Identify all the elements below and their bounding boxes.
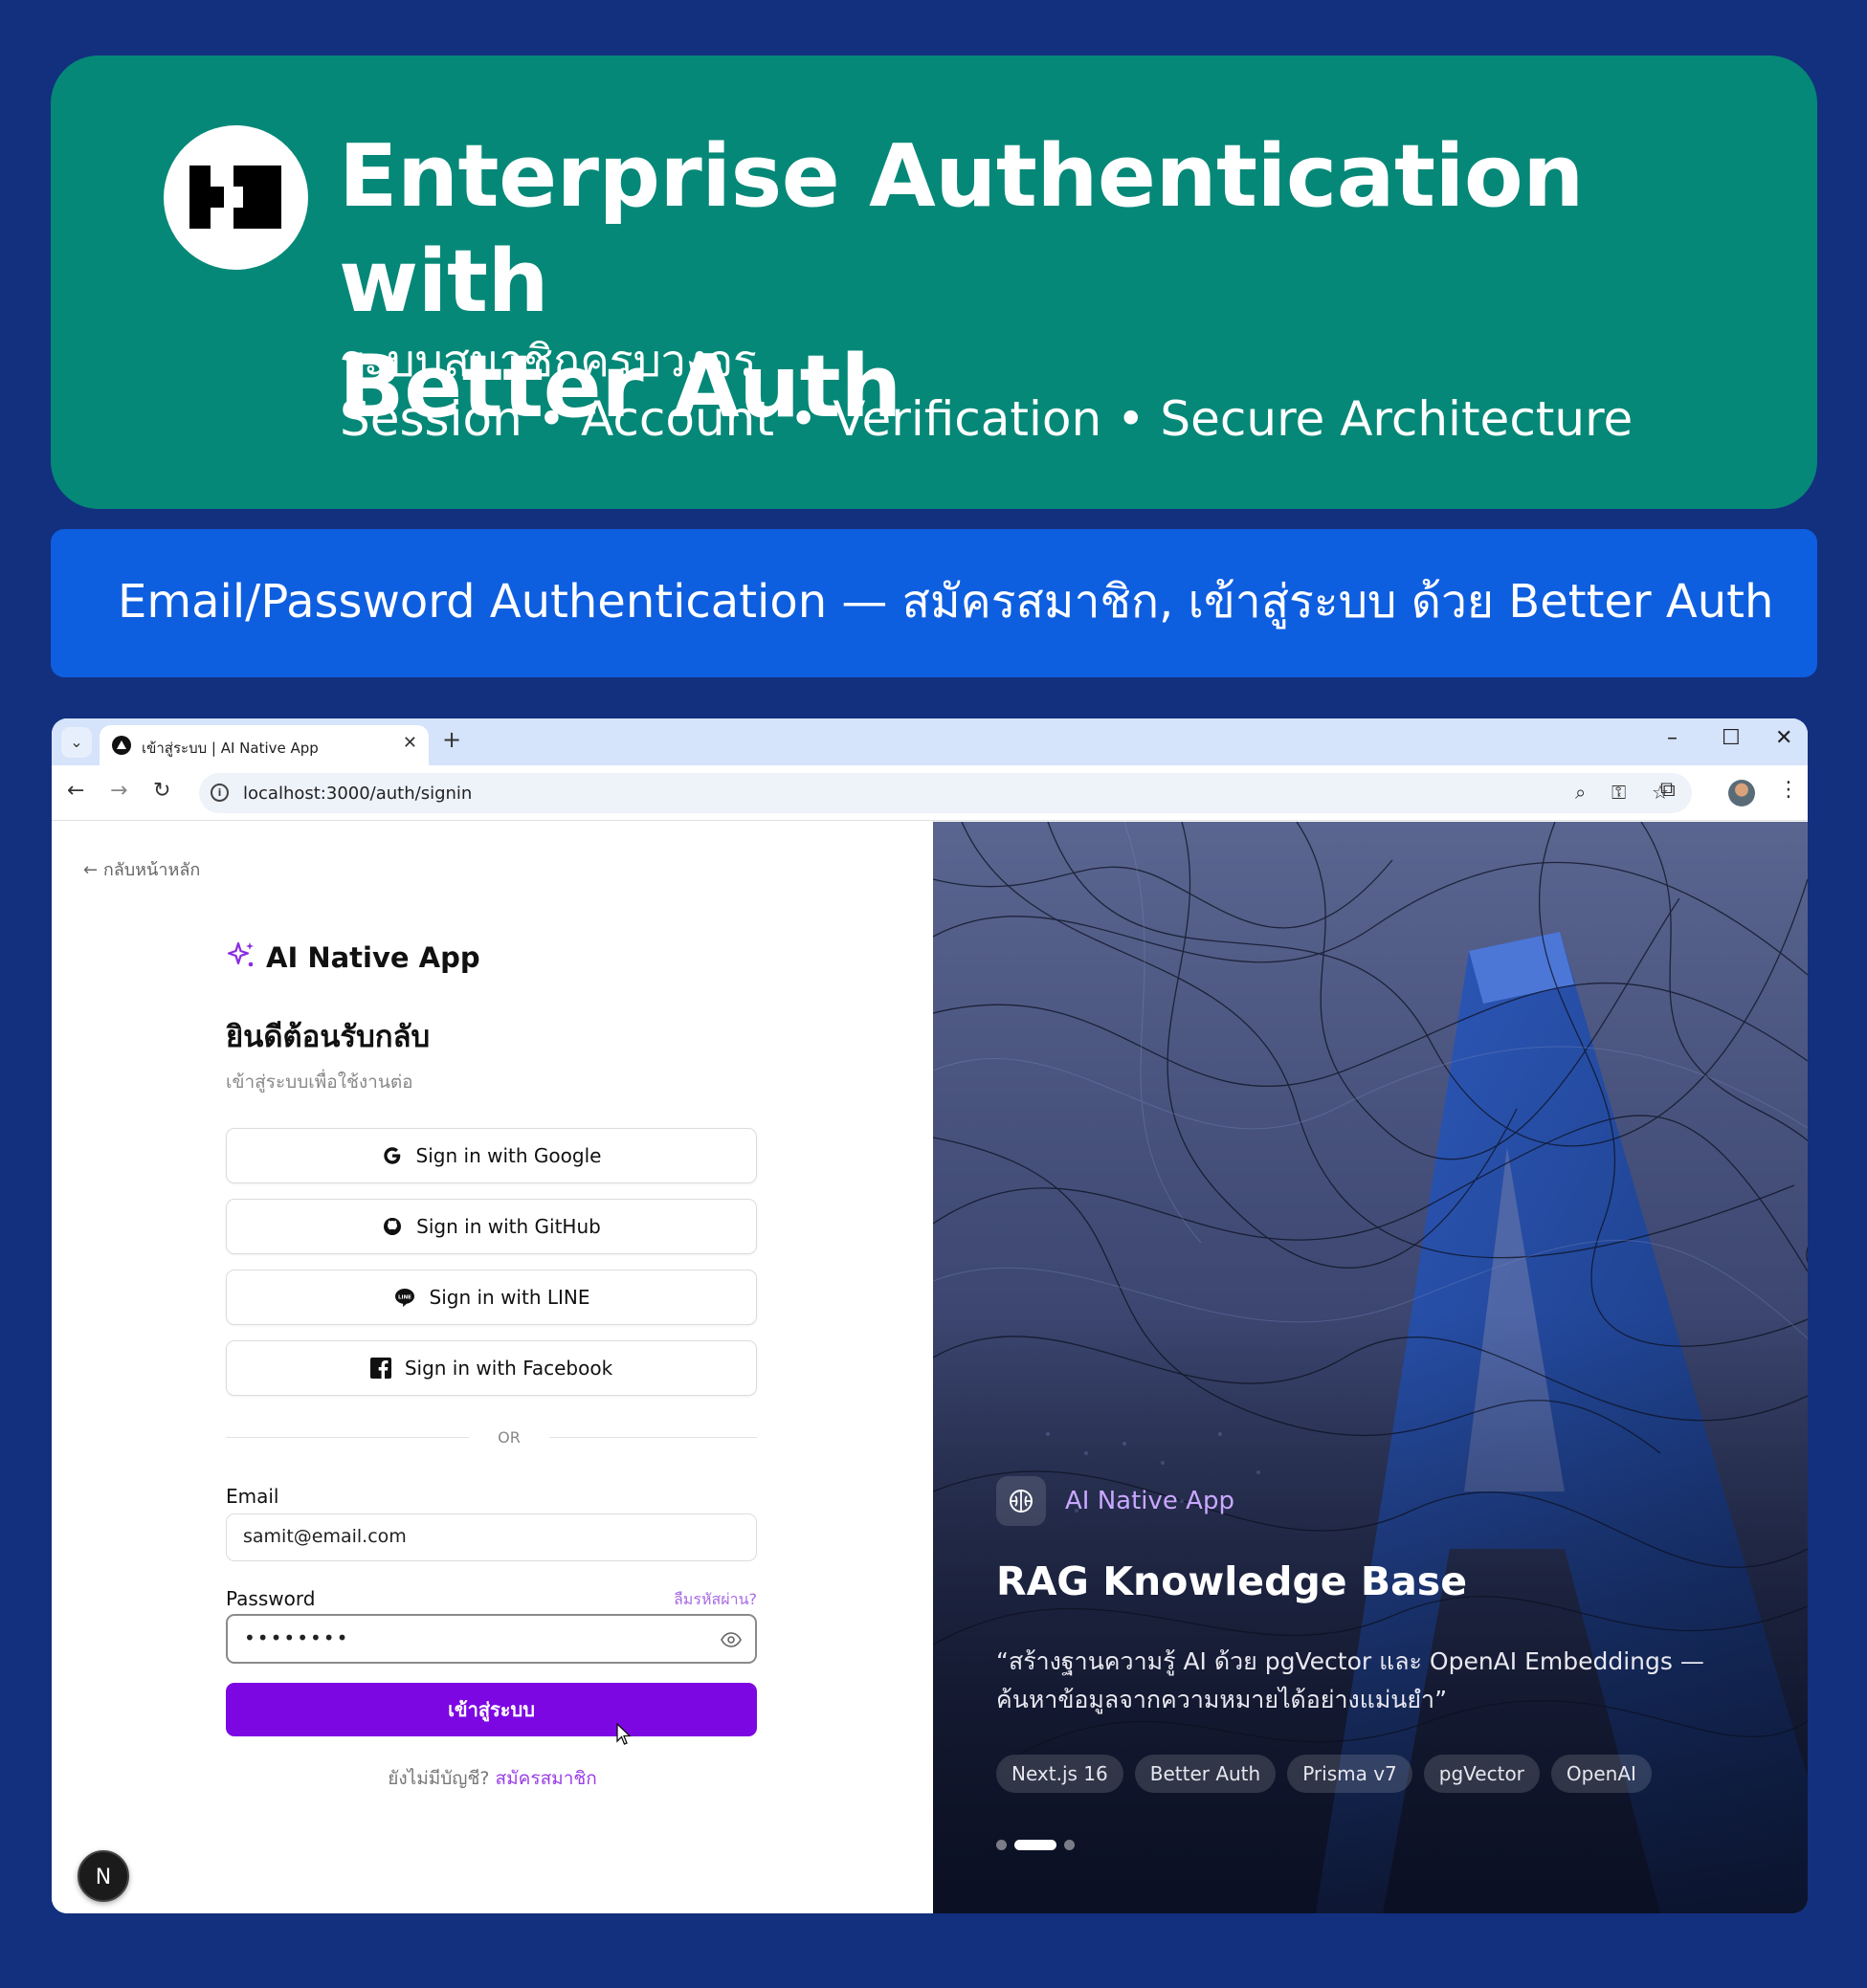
google-signin-button[interactable]: Sign in with Google	[226, 1128, 757, 1183]
toolbar: ← → ↻ i localhost:3000/auth/signin ⌕ ⚿ ☆…	[52, 765, 1808, 821]
tech-chip: Next.js 16	[996, 1755, 1123, 1793]
tech-chip: pgVector	[1423, 1755, 1540, 1793]
divider-line-right	[549, 1437, 757, 1438]
password-label: Password	[226, 1587, 316, 1610]
carousel-dot[interactable]	[1014, 1840, 1056, 1850]
nextjs-dev-badge[interactable]: N	[78, 1850, 129, 1902]
carousel-dots	[996, 1840, 1075, 1850]
close-window-icon[interactable]: ✕	[1775, 726, 1792, 750]
zoom-icon[interactable]: ⌕	[1575, 781, 1586, 804]
carousel-dot[interactable]	[1064, 1840, 1075, 1850]
facebook-signin-button[interactable]: Sign in with Facebook	[226, 1340, 757, 1396]
email-field[interactable]: samit@email.com	[226, 1513, 757, 1561]
signin-panel: ← กลับหน้าหลัก AI Native App ยินดีต้อนรั…	[52, 822, 933, 1913]
tab-close-icon[interactable]: ✕	[403, 733, 417, 753]
password-field[interactable]: ••••••••	[226, 1614, 757, 1664]
back-home-link[interactable]: ← กลับหน้าหลัก	[83, 855, 200, 883]
abstract-letter-a-artwork	[933, 822, 1808, 1913]
stripe-text: Email/Password Authentication — สมัครสมา…	[118, 575, 1774, 629]
brain-icon	[996, 1476, 1046, 1526]
extensions-icon[interactable]: ⧉	[1660, 778, 1676, 802]
divider-or-text: OR	[498, 1428, 521, 1447]
tech-chips: Next.js 16 Better Auth Prisma v7 pgVecto…	[996, 1755, 1652, 1793]
url-text: localhost:3000/auth/signin	[243, 784, 473, 804]
menu-kebab-icon[interactable]: ⋮	[1778, 778, 1799, 802]
badge-label: AI Native App	[1065, 1487, 1234, 1515]
hero-subtitle-thai: ระบบสมาชิกครบวงจร	[340, 335, 757, 387]
favicon-icon	[112, 736, 131, 755]
browser-window: ⌄ เข้าสู่ระบบ | AI Native App ✕ + – ☐ ✕ …	[52, 718, 1808, 1913]
line-icon: LINE	[393, 1287, 416, 1308]
tab-search-dropdown-icon[interactable]: ⌄	[61, 727, 92, 758]
profile-avatar[interactable]	[1728, 780, 1755, 806]
maximize-icon[interactable]: ☐	[1722, 726, 1741, 750]
welcome-subtitle: เข้าสู่ระบบเพื่อใช้งานต่อ	[226, 1071, 413, 1093]
new-tab-icon[interactable]: +	[442, 726, 461, 753]
address-bar[interactable]: i localhost:3000/auth/signin ⌕ ⚿ ☆	[199, 773, 1692, 813]
svg-text:LINE: LINE	[398, 1295, 411, 1301]
carousel-dot[interactable]	[996, 1840, 1007, 1850]
app-badge: AI Native App	[996, 1476, 1234, 1526]
signin-submit-button[interactable]: เข้าสู่ระบบ	[226, 1683, 757, 1736]
forgot-password-link[interactable]: ลืมรหัสผ่าน?	[674, 1588, 757, 1612]
brand-logo	[164, 125, 308, 270]
signup-link[interactable]: สมัครสมาชิก	[496, 1768, 597, 1789]
google-icon	[382, 1145, 403, 1166]
site-info-icon[interactable]: i	[211, 784, 229, 802]
github-icon	[382, 1216, 403, 1237]
showcase-title: RAG Knowledge Base	[996, 1558, 1467, 1604]
forward-icon[interactable]: →	[110, 779, 127, 803]
back-icon[interactable]: ←	[67, 779, 84, 803]
showcase-panel: AI Native App RAG Knowledge Base “สร้างฐ…	[933, 822, 1808, 1913]
sparkles-icon	[226, 940, 256, 975]
tab-title: เข้าสู่ระบบ | AI Native App	[142, 740, 319, 757]
hero-subtitle-features: Session • Account • Verification • Secur…	[340, 391, 1634, 447]
divider-line-left	[226, 1437, 469, 1438]
tech-chip: OpenAI	[1550, 1755, 1652, 1793]
minimize-icon[interactable]: –	[1667, 726, 1678, 750]
github-signin-button[interactable]: Sign in with GitHub	[226, 1199, 757, 1254]
signup-prompt: ยังไม่มีบัญชี? สมัครสมาชิก	[388, 1768, 597, 1789]
mouse-cursor-icon	[616, 1722, 632, 1750]
brand-name: AI Native App	[266, 941, 480, 974]
show-password-eye-icon[interactable]	[721, 1616, 742, 1661]
arrow-left-icon: ←	[83, 860, 99, 880]
welcome-title: ยินดีต้อนรับกลับ	[226, 1020, 431, 1054]
email-label: Email	[226, 1485, 279, 1508]
tech-chip: Prisma v7	[1287, 1755, 1412, 1793]
tab-bar: ⌄ เข้าสู่ระบบ | AI Native App ✕ + – ☐ ✕	[52, 718, 1808, 765]
hero-banner: Enterprise Authentication with Better Au…	[51, 55, 1817, 509]
tab-signin[interactable]: เข้าสู่ระบบ | AI Native App ✕	[100, 725, 429, 765]
tech-chip: Better Auth	[1134, 1755, 1277, 1793]
reload-icon[interactable]: ↻	[153, 779, 170, 803]
showcase-quote: “สร้างฐานความรู้ AI ด้วย pgVector และ Op…	[996, 1647, 1704, 1713]
app-brand: AI Native App	[226, 940, 480, 975]
line-signin-button[interactable]: LINE Sign in with LINE	[226, 1270, 757, 1325]
facebook-icon	[369, 1358, 391, 1379]
password-key-icon[interactable]: ⚿	[1611, 781, 1626, 804]
section-stripe: Email/Password Authentication — สมัครสมา…	[51, 529, 1817, 677]
